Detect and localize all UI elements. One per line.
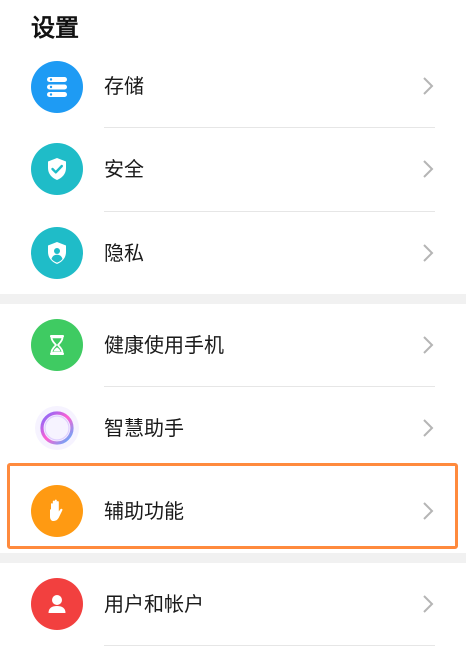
settings-item-label: 健康使用手机 [104, 333, 224, 357]
user-icon [31, 578, 83, 630]
settings-item-label: 存储 [104, 74, 144, 98]
settings-item-assistant[interactable]: 智慧助手 [0, 387, 466, 470]
chevron-right-icon [423, 160, 434, 178]
divider [104, 645, 435, 646]
chevron-right-icon [423, 419, 434, 437]
section-gap [0, 553, 466, 563]
settings-item-users-accounts[interactable]: 用户和帐户 [0, 563, 466, 646]
highlight-outline [7, 463, 458, 549]
chevron-right-icon [423, 77, 434, 95]
chevron-right-icon [423, 595, 434, 613]
chevron-right-icon [423, 244, 434, 262]
assistant-ring-icon [31, 402, 83, 454]
privacy-shield-icon [31, 227, 83, 279]
settings-item-label: 用户和帐户 [104, 592, 204, 616]
settings-item-privacy[interactable]: 隐私 [0, 212, 466, 295]
settings-item-security[interactable]: 安全 [0, 128, 466, 211]
page-title: 设置 [31, 14, 79, 42]
section-gap [0, 294, 466, 304]
storage-icon [31, 61, 83, 113]
settings-item-label: 智慧助手 [104, 416, 184, 440]
settings-item-label: 安全 [104, 157, 144, 181]
settings-item-digital-balance[interactable]: 健康使用手机 [0, 304, 466, 387]
settings-item-storage[interactable]: 存储 [0, 45, 466, 128]
settings-item-label: 隐私 [104, 241, 144, 265]
chevron-right-icon [423, 336, 434, 354]
hourglass-icon [31, 319, 83, 371]
shield-check-icon [31, 143, 83, 195]
